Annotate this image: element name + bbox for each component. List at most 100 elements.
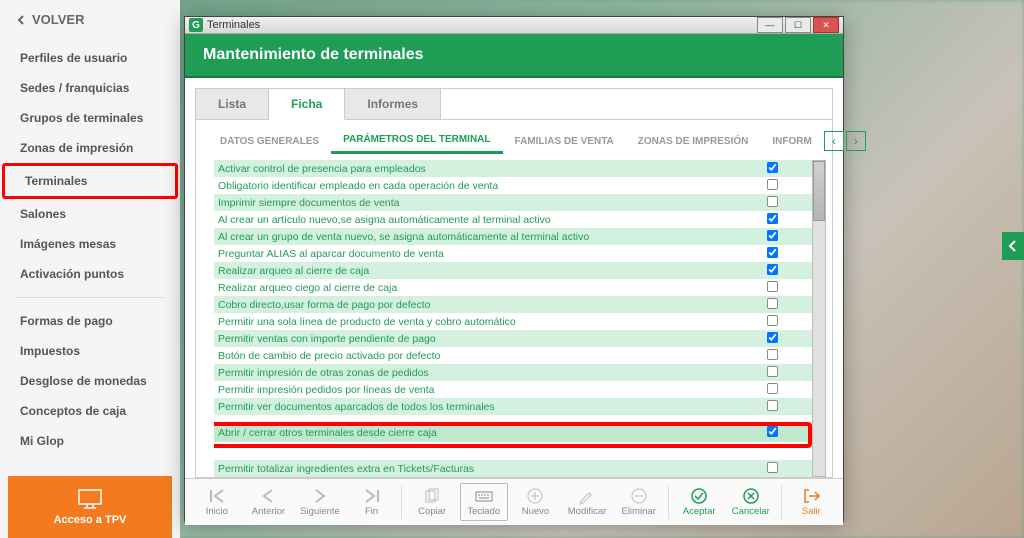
param-checkbox[interactable] <box>766 314 777 325</box>
sidebar-item[interactable]: Zonas de impresión <box>0 133 180 163</box>
param-checkbox[interactable] <box>766 263 777 274</box>
tab[interactable]: Ficha <box>269 89 345 120</box>
window: G Terminales — ☐ ✕ Mantenimiento de term… <box>184 16 844 522</box>
next-button[interactable]: Siguiente <box>296 485 344 519</box>
edge-panel-toggle[interactable] <box>1002 232 1024 260</box>
scrollbar[interactable] <box>812 160 826 477</box>
param-label: Cobro directo,usar forma de pago por def… <box>214 299 732 311</box>
exit-button[interactable]: Salir <box>787 485 835 519</box>
param-row: Preguntar ALIAS al aparcar documento de … <box>214 245 812 262</box>
copy-icon <box>422 487 442 505</box>
param-checkbox[interactable] <box>766 382 777 393</box>
window-title: Terminales <box>207 19 260 31</box>
sidebar-item[interactable]: Perfiles de usuario <box>0 43 180 73</box>
param-checkbox[interactable] <box>766 161 777 172</box>
param-row: Cobro directo,usar forma de pago por def… <box>214 296 812 313</box>
subtab-prev[interactable]: ‹ <box>824 131 844 151</box>
back-button[interactable]: VOLVER <box>0 0 180 39</box>
param-row: Al crear un artículo nuevo,se asigna aut… <box>214 211 812 228</box>
tpv-access-button[interactable]: Acceso a TPV <box>8 476 172 538</box>
sidebar-item[interactable]: Activación puntos <box>0 259 180 289</box>
param-label: Preguntar ALIAS al aparcar documento de … <box>214 248 732 260</box>
sidebar: VOLVER Perfiles de usuarioSedes / franqu… <box>0 0 180 538</box>
param-row: Realizar arqueo ciego al cierre de caja <box>214 279 812 296</box>
param-row: Imprimir siempre documentos de venta <box>214 194 812 211</box>
keyboard-button[interactable]: Teclado <box>460 483 508 521</box>
sidebar-item[interactable]: Desglose de monedas <box>0 366 180 396</box>
param-label: Realizar arqueo al cierre de caja <box>214 265 732 277</box>
param-label: Botón de cambio de precio activado por d… <box>214 350 732 362</box>
param-label: Permitir impresión pedidos por líneas de… <box>214 384 732 396</box>
scrollbar-thumb[interactable] <box>813 161 825 221</box>
param-checkbox[interactable] <box>766 365 777 376</box>
param-checkbox[interactable] <box>766 297 777 308</box>
minimize-button[interactable]: — <box>757 17 783 33</box>
param-checkbox[interactable] <box>766 280 777 291</box>
sidebar-item[interactable]: Conceptos de caja <box>0 396 180 426</box>
param-label: Permitir totalizar ingredientes extra en… <box>214 463 732 475</box>
param-row: Permitir impresión de otras zonas de ped… <box>214 364 812 381</box>
subtab[interactable]: ZONAS DE IMPRESIÓN <box>626 130 761 153</box>
chevron-left-icon <box>16 15 26 25</box>
param-row: Permitir ventas con importe pendiente de… <box>214 330 812 347</box>
param-row: Permitir totalizar ingredientes extra en… <box>214 460 812 477</box>
sidebar-item[interactable]: Formas de pago <box>0 306 180 336</box>
param-label: Permitir ver documentos aparcados de tod… <box>214 401 732 413</box>
delete-button[interactable]: Eliminar <box>615 485 663 519</box>
close-button[interactable]: ✕ <box>813 17 839 33</box>
cancel-button[interactable]: Cancelar <box>727 485 775 519</box>
titlebar: G Terminales — ☐ ✕ <box>185 17 843 34</box>
exit-icon <box>801 487 821 505</box>
accept-button[interactable]: Aceptar <box>675 485 723 519</box>
param-label: Al crear un artículo nuevo,se asigna aut… <box>214 214 732 226</box>
app-icon: G <box>189 18 203 32</box>
param-checkbox[interactable] <box>766 212 777 223</box>
param-checkbox[interactable] <box>766 425 777 436</box>
last-icon <box>362 487 382 505</box>
tab[interactable]: Informes <box>345 89 441 119</box>
pencil-icon <box>577 487 597 505</box>
subtab[interactable]: DATOS GENERALES <box>208 130 331 153</box>
modify-button[interactable]: Modificar <box>563 485 611 519</box>
sidebar-item[interactable]: Salones <box>0 199 180 229</box>
copy-button[interactable]: Copiar <box>408 485 456 519</box>
sidebar-item[interactable]: Grupos de terminales <box>0 103 180 133</box>
param-checkbox[interactable] <box>766 195 777 206</box>
sidebar-item[interactable]: Impuestos <box>0 336 180 366</box>
parameters-list: Activar control de presencia para emplea… <box>214 160 812 477</box>
param-row: Al crear un grupo de venta nuevo, se asi… <box>214 228 812 245</box>
first-button[interactable]: Inicio <box>193 485 241 519</box>
param-checkbox[interactable] <box>766 461 777 472</box>
subtab-next[interactable]: › <box>846 131 866 151</box>
sidebar-item[interactable]: Terminales <box>2 163 178 199</box>
sidebar-item[interactable]: Sedes / franquicias <box>0 73 180 103</box>
param-row: Permitir impresión pedidos por líneas de… <box>214 381 812 398</box>
last-button[interactable]: Fin <box>348 485 396 519</box>
param-label: Activar control de presencia para emplea… <box>214 163 732 175</box>
param-row: Obligatorio identificar empleado en cada… <box>214 177 812 194</box>
check-circle-icon <box>689 487 709 505</box>
tab[interactable]: Lista <box>196 89 269 119</box>
param-row: Abrir / cerrar otros terminales desde ci… <box>214 423 812 442</box>
param-checkbox[interactable] <box>766 229 777 240</box>
prev-button[interactable]: Anterior <box>245 485 293 519</box>
param-checkbox[interactable] <box>766 331 777 342</box>
minus-circle-icon <box>629 487 649 505</box>
sidebar-item[interactable]: Mi Glop <box>0 426 180 456</box>
param-label: Abrir / cerrar otros terminales desde ci… <box>214 427 732 439</box>
param-checkbox[interactable] <box>766 246 777 257</box>
subtab[interactable]: INFORM <box>760 130 823 153</box>
sidebar-item[interactable]: Imágenes mesas <box>0 229 180 259</box>
param-checkbox[interactable] <box>766 399 777 410</box>
param-checkbox[interactable] <box>766 178 777 189</box>
monitor-icon <box>77 488 103 510</box>
subtab[interactable]: FAMILIAS DE VENTA <box>503 130 626 153</box>
maximize-button[interactable]: ☐ <box>785 17 811 33</box>
param-label: Permitir impresión de otras zonas de ped… <box>214 367 732 379</box>
prev-icon <box>258 487 278 505</box>
param-checkbox[interactable] <box>766 348 777 359</box>
param-row: Permitir una sola línea de producto de v… <box>214 313 812 330</box>
param-row: Permitir ver documentos aparcados de tod… <box>214 398 812 415</box>
subtab[interactable]: PARÁMETROS DEL TERMINAL <box>331 128 502 154</box>
new-button[interactable]: Nuevo <box>512 485 560 519</box>
